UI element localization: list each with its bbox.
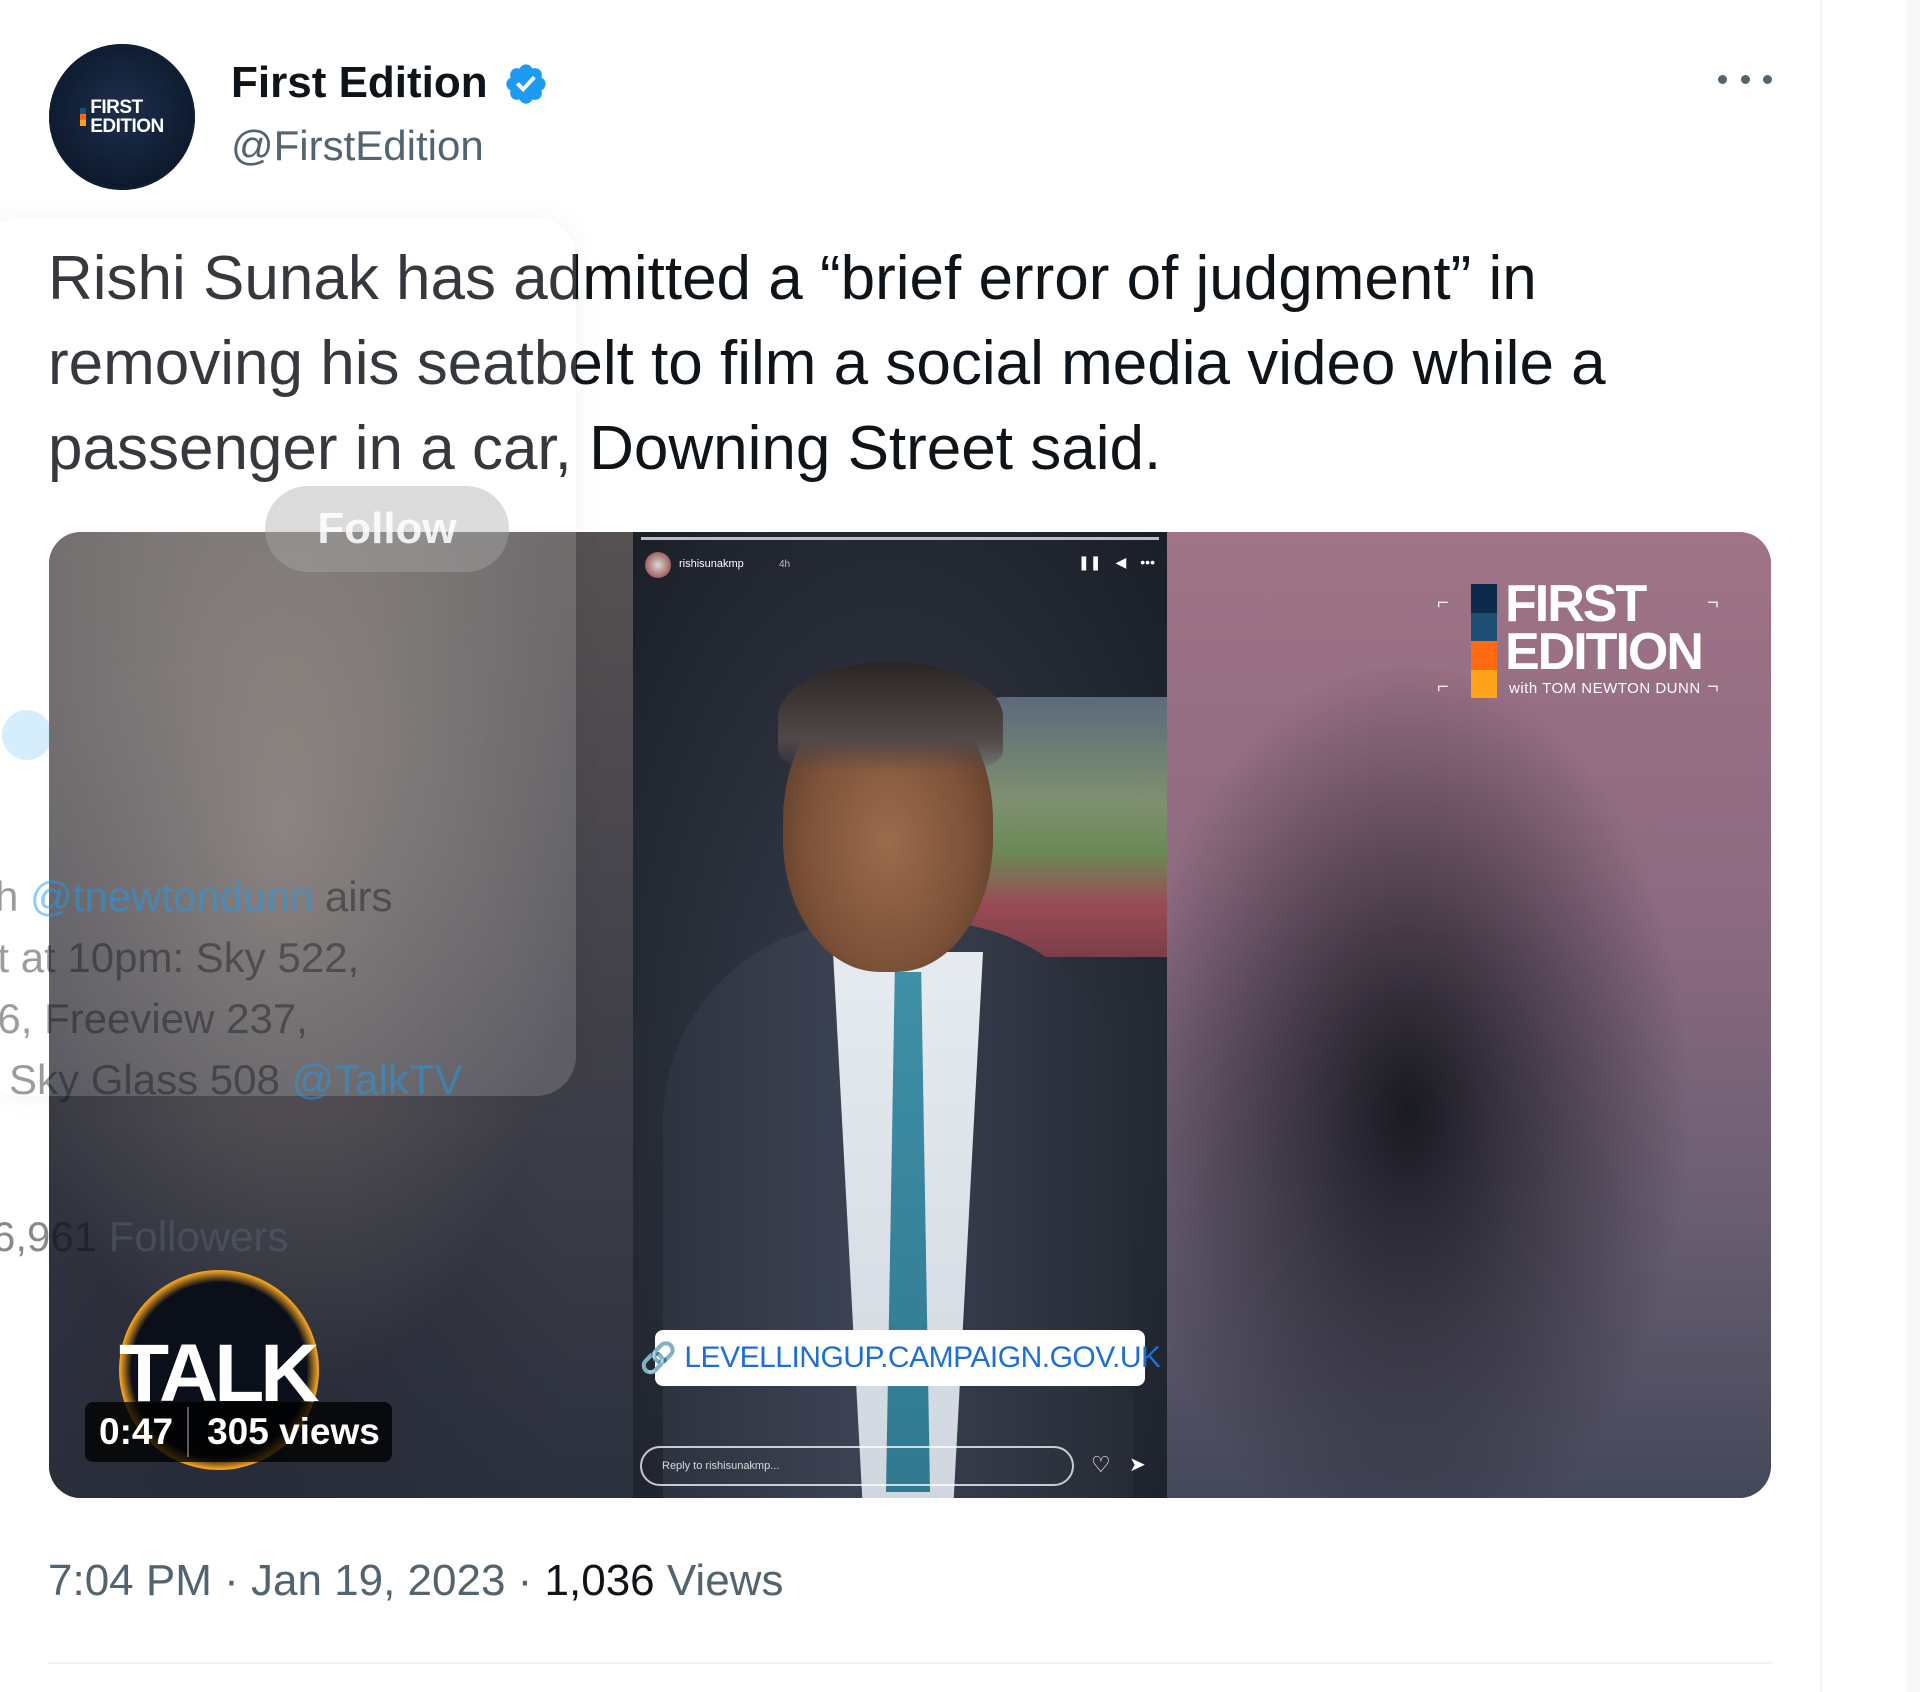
ghost-follow-button[interactable]: Follow bbox=[265, 486, 509, 572]
meta-separator: · bbox=[505, 1556, 545, 1605]
tweet-date[interactable]: Jan 19, 2023 bbox=[251, 1556, 505, 1605]
avatar-logo-text: FIRST EDITION bbox=[90, 98, 164, 136]
ghost-verified-icon bbox=[2, 710, 52, 760]
ghost-followers[interactable]: 6,961 Followers bbox=[0, 1213, 289, 1261]
avatar-logo-line1: FIRST bbox=[90, 97, 143, 118]
story-reply-box: Reply to rishisunakmp... bbox=[640, 1446, 1074, 1486]
ghost-bio-line4: d Sky Glass 508 bbox=[0, 1056, 292, 1103]
corner-mark-icon: ⌐ bbox=[1437, 592, 1449, 614]
corner-mark-icon: ⌐ bbox=[1437, 676, 1449, 698]
ghost-bio-mention-talktv[interactable]: @TalkTV bbox=[291, 1056, 462, 1103]
dot bbox=[1740, 74, 1750, 84]
tweet-view-count: 1,036 bbox=[544, 1556, 655, 1605]
mute-icon: ◀ bbox=[1115, 554, 1127, 570]
first-edition-title-line2: EDITION bbox=[1505, 623, 1704, 681]
heart-icon: ♡ bbox=[1091, 1452, 1111, 1477]
dot bbox=[1718, 74, 1727, 84]
ghost-bio-part: airs bbox=[313, 873, 393, 920]
send-icon: ➤ bbox=[1129, 1454, 1146, 1476]
video-stats-badge: 0:47 305 views bbox=[85, 1402, 392, 1462]
story-progress-bar bbox=[641, 537, 1159, 540]
ghost-followers-count: 6,961 bbox=[0, 1213, 98, 1260]
author-handle[interactable]: @FirstEdition bbox=[231, 122, 484, 170]
tweet-meta: 7:04 PM · Jan 19, 2023 · 1,036 Views bbox=[48, 1556, 783, 1606]
first-edition-color-bar bbox=[1471, 584, 1497, 698]
author-display-name[interactable]: First Edition bbox=[231, 58, 488, 108]
ghost-bio-line2: ht at 10pm: Sky 522, bbox=[0, 934, 360, 981]
story-more-icon: ••• bbox=[1140, 554, 1155, 570]
ghost-bio-prefix: ith bbox=[0, 873, 19, 920]
tweet-time[interactable]: 7:04 PM bbox=[48, 1556, 212, 1605]
instagram-story-frame: rishisunakmp 4h ❚❚ ◀ ••• 🔗 LEVELLINGUP.C… bbox=[633, 532, 1167, 1498]
person-hair bbox=[778, 662, 1003, 772]
meta-separator: · bbox=[211, 1556, 251, 1605]
ghost-bio-mention[interactable]: @tnewtondunn bbox=[30, 873, 313, 920]
more-options-icon[interactable] bbox=[1718, 64, 1772, 94]
column-border bbox=[1820, 0, 1822, 1692]
dot bbox=[1763, 74, 1772, 84]
link-sticker-text: LEVELLINGUP.CAMPAIGN.GOV.UK bbox=[684, 1341, 1161, 1374]
ghost-followers-label: Followers bbox=[97, 1213, 289, 1260]
profile-hover-card-ghost: Follow ith @tnewtondunn airs ht at 10pm:… bbox=[0, 218, 576, 1260]
avatar-logo: FIRST EDITION bbox=[80, 98, 164, 136]
first-edition-title: FIRST EDITION bbox=[1505, 575, 1704, 681]
link-icon: 🔗 bbox=[639, 1341, 677, 1375]
video-view-count: 305 views bbox=[207, 1411, 380, 1452]
ghost-bio: ith @tnewtondunn airs ht at 10pm: Sky 52… bbox=[0, 866, 534, 1110]
avatar-logo-line2: EDITION bbox=[90, 116, 164, 137]
video-duration: 0:47 bbox=[99, 1411, 174, 1452]
first-edition-logo: ⌐ ¬ ⌐ ¬ FIRST EDITION with TOM NEWTON DU… bbox=[1419, 572, 1737, 712]
pause-icon: ❚❚ bbox=[1078, 554, 1102, 570]
sidebar-edge bbox=[1906, 0, 1920, 1692]
story-avatar bbox=[645, 552, 671, 578]
story-username: rishisunakmp bbox=[679, 558, 744, 570]
verified-badge-icon bbox=[506, 64, 546, 104]
corner-mark-icon: ¬ bbox=[1707, 592, 1719, 614]
divider bbox=[48, 1662, 1772, 1664]
first-edition-subtitle: with TOM NEWTON DUNN bbox=[1509, 680, 1701, 697]
ghost-bio-line3: 06, Freeview 237, bbox=[0, 995, 308, 1042]
corner-mark-icon: ¬ bbox=[1707, 676, 1719, 698]
link-sticker: 🔗 LEVELLINGUP.CAMPAIGN.GOV.UK bbox=[640, 1330, 1161, 1386]
story-timestamp: 4h bbox=[779, 559, 791, 570]
author-avatar[interactable]: FIRST EDITION bbox=[49, 44, 195, 190]
first-edition-title-line1: FIRST bbox=[1505, 575, 1647, 633]
story-controls: ❚❚ ◀ ••• bbox=[1078, 554, 1155, 571]
avatar-color-bars bbox=[80, 108, 87, 126]
tweet-views-label: Views bbox=[654, 1556, 784, 1605]
